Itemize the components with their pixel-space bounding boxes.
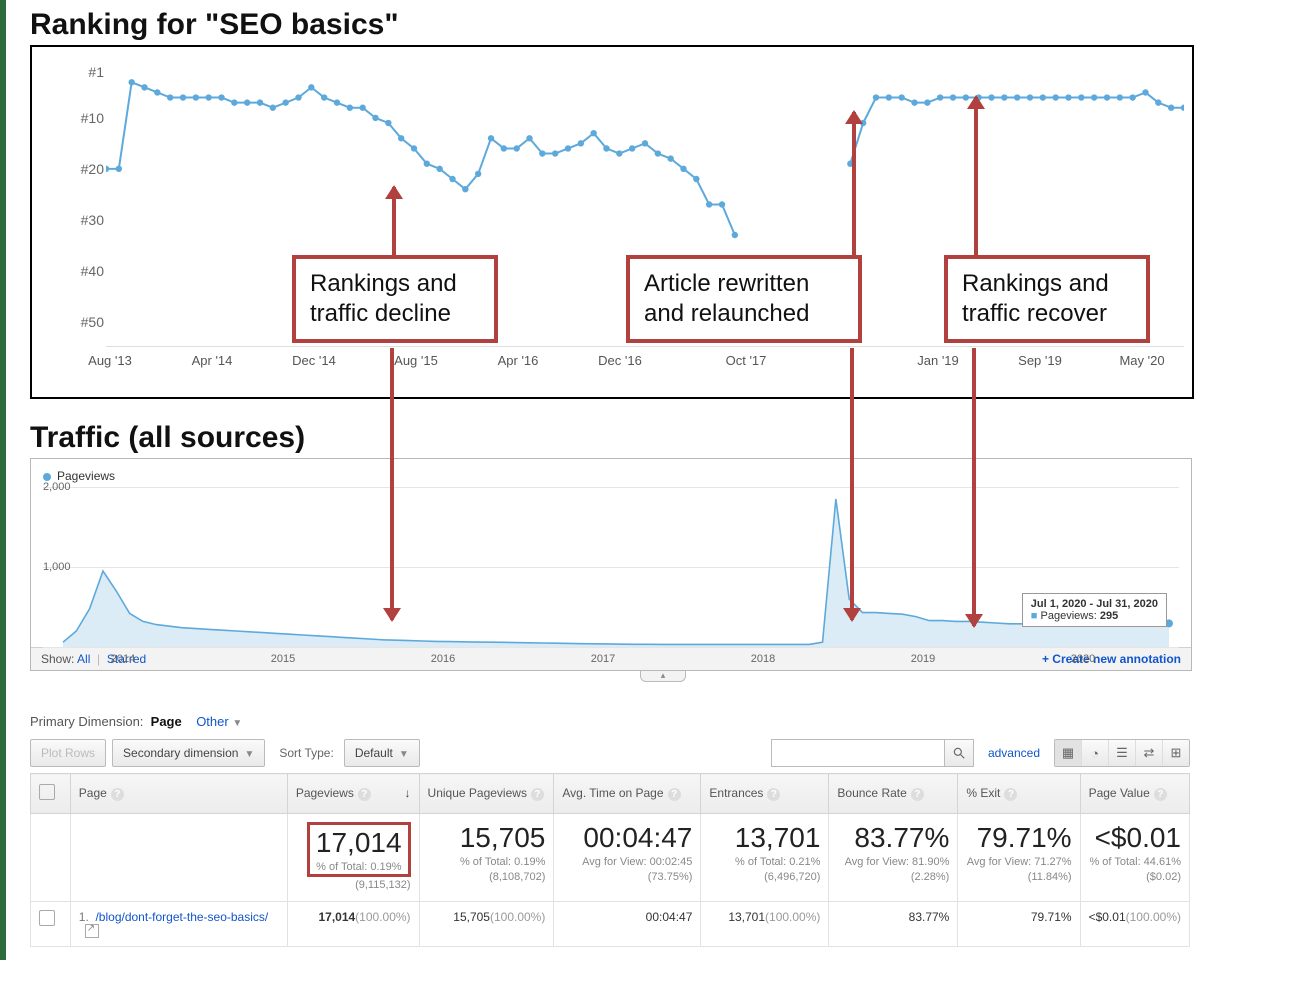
xtick: Aug '15 bbox=[394, 353, 438, 368]
col-pagevalue[interactable]: Page Value? bbox=[1080, 774, 1189, 814]
arrow-down-icon bbox=[390, 348, 394, 620]
ga-data-table: Page? Pageviews?↓ Unique Pageviews? Avg.… bbox=[30, 773, 1190, 947]
ytick: #1 bbox=[88, 64, 104, 80]
table-row[interactable]: 1. /blog/dont-forget-the-seo-basics/ 17,… bbox=[31, 901, 1190, 947]
col-avgtime[interactable]: Avg. Time on Page? bbox=[554, 774, 701, 814]
xtick: Oct '17 bbox=[726, 353, 767, 368]
primary-dimension-page[interactable]: Page bbox=[151, 714, 182, 729]
table-search-input[interactable] bbox=[771, 739, 945, 767]
callout-rewrite: Article rewritten and relaunched bbox=[626, 255, 862, 343]
ga-legend[interactable]: Pageviews bbox=[31, 459, 1191, 483]
pie-view-icon[interactable]: ◔ bbox=[1081, 740, 1108, 766]
arrow-down-icon bbox=[972, 348, 976, 626]
col-pageviews[interactable]: Pageviews?↓ bbox=[287, 774, 419, 814]
page-link[interactable]: /blog/dont-forget-the-seo-basics/ bbox=[95, 910, 268, 924]
col-bounce[interactable]: Bounce Rate? bbox=[829, 774, 958, 814]
collapse-handle-icon[interactable]: ▴ bbox=[640, 671, 686, 682]
xtick: Sep '19 bbox=[1018, 353, 1062, 368]
ranking-title: Ranking for "SEO basics" bbox=[30, 8, 1296, 41]
ga-traffic-chart: 2,000 1,000 2014 2015 2016 2017 2018 201… bbox=[43, 487, 1179, 647]
arrow-up-icon bbox=[974, 97, 978, 257]
dot-icon bbox=[43, 473, 51, 481]
col-entrances[interactable]: Entrances? bbox=[701, 774, 829, 814]
sort-type-select[interactable]: Default▼ bbox=[344, 739, 420, 767]
xtick: May '20 bbox=[1119, 353, 1164, 368]
traffic-title: Traffic (all sources) bbox=[30, 421, 1296, 454]
table-view-icon[interactable]: ▦ bbox=[1055, 740, 1081, 766]
row-checkbox[interactable] bbox=[39, 910, 55, 926]
col-page[interactable]: Page? bbox=[70, 774, 287, 814]
arrow-down-icon bbox=[850, 348, 854, 620]
secondary-dimension-select[interactable]: Secondary dimension▼ bbox=[112, 739, 265, 767]
col-unique[interactable]: Unique Pageviews? bbox=[419, 774, 554, 814]
view-toggle[interactable]: ▦ ◔ ☰ ⇄ ⊞ bbox=[1054, 739, 1190, 767]
ytick: #20 bbox=[81, 161, 104, 177]
comparison-view-icon[interactable]: ⇄ bbox=[1135, 740, 1162, 766]
xtick: Dec '16 bbox=[598, 353, 642, 368]
ga-tooltip: Jul 1, 2020 - Jul 31, 2020 ■ Pageviews: … bbox=[1022, 593, 1167, 627]
ranking-chart: #1 #10 #20 #30 #40 #50 Aug '13 Apr '14 D… bbox=[30, 45, 1194, 399]
create-annotation-link[interactable]: + Create new annotation bbox=[1042, 652, 1181, 666]
summary-row: 17,014% of Total: 0.19%(9,115,132) 15,70… bbox=[31, 814, 1190, 902]
primary-dimension-row: Primary Dimension: Page Other ▼ bbox=[30, 714, 1296, 729]
search-button[interactable] bbox=[945, 739, 974, 767]
callout-recover: Rankings and traffic recover bbox=[944, 255, 1150, 343]
xtick: Aug '13 bbox=[88, 353, 132, 368]
xtick: Jan '19 bbox=[917, 353, 959, 368]
left-accent-bar bbox=[0, 0, 6, 960]
col-exit[interactable]: % Exit? bbox=[958, 774, 1080, 814]
ga-traffic-panel: Pageviews 2,000 1,000 2014 2015 2016 201… bbox=[30, 458, 1192, 671]
ytick: #30 bbox=[81, 212, 104, 228]
xtick: Dec '14 bbox=[292, 353, 336, 368]
pivot-view-icon[interactable]: ⊞ bbox=[1162, 740, 1189, 766]
ytick: #10 bbox=[81, 110, 104, 126]
xtick: Apr '14 bbox=[192, 353, 233, 368]
plot-rows-button: Plot Rows bbox=[30, 739, 106, 767]
search-icon bbox=[952, 746, 966, 760]
bar-view-icon[interactable]: ☰ bbox=[1108, 740, 1135, 766]
xtick: Apr '16 bbox=[498, 353, 539, 368]
ytick: #40 bbox=[81, 263, 104, 279]
arrow-up-icon bbox=[852, 112, 856, 257]
callout-decline: Rankings and traffic decline bbox=[292, 255, 498, 343]
select-all-checkbox[interactable] bbox=[39, 784, 55, 800]
ytick: #50 bbox=[81, 314, 104, 330]
show-all-link[interactable]: All bbox=[77, 652, 90, 666]
advanced-link[interactable]: advanced bbox=[988, 746, 1040, 760]
external-link-icon[interactable] bbox=[85, 924, 99, 938]
arrow-up-icon bbox=[392, 187, 396, 257]
primary-dimension-other[interactable]: Other ▼ bbox=[196, 714, 242, 729]
